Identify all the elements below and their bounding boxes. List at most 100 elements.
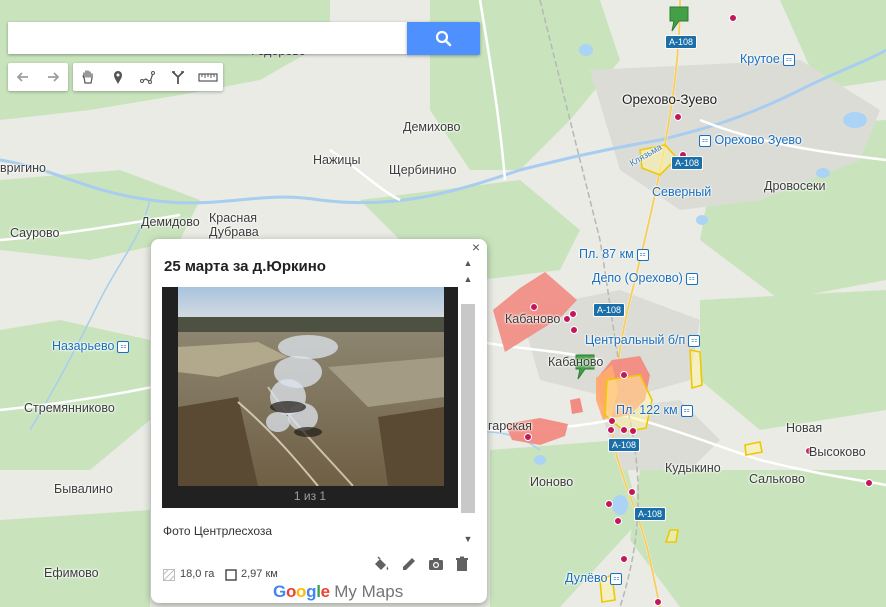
map-point[interactable] bbox=[629, 427, 637, 435]
popup-title: 25 марта за д.Юркино bbox=[164, 258, 326, 275]
directions-button[interactable] bbox=[163, 63, 193, 91]
popup-scrollbar-thumb[interactable] bbox=[461, 304, 475, 513]
trash-icon[interactable] bbox=[453, 555, 471, 573]
map-point[interactable] bbox=[614, 517, 622, 525]
perimeter-value: 2,97 км bbox=[241, 568, 278, 580]
ruler-icon bbox=[198, 73, 218, 82]
place-label: Кабаново bbox=[505, 312, 561, 326]
rail-icon: ⚏ bbox=[782, 53, 795, 66]
draw-line-button[interactable] bbox=[133, 63, 163, 91]
perimeter-icon bbox=[225, 569, 237, 581]
green-marker-icon[interactable] bbox=[668, 5, 690, 33]
station-label: Центральный б/п ⚏ bbox=[585, 333, 701, 347]
google-my-maps-logo: Google My Maps bbox=[273, 582, 403, 602]
search-input[interactable] bbox=[8, 22, 407, 54]
pencil-icon[interactable] bbox=[400, 555, 418, 573]
place-label: Ионово bbox=[530, 475, 574, 489]
place-label: Бывалино bbox=[54, 482, 113, 496]
photo-viewer: 1 из 1 bbox=[162, 287, 458, 508]
place-label: Северный bbox=[652, 185, 712, 199]
rail-icon: ⚏ bbox=[680, 404, 693, 417]
area-value: 18,0 га bbox=[180, 568, 215, 580]
map-point[interactable] bbox=[674, 113, 682, 121]
station-label: Пл. 122 км ⚏ bbox=[616, 403, 693, 417]
map-point[interactable] bbox=[620, 555, 628, 563]
station-label: Дулёво ⚏ bbox=[565, 571, 623, 585]
map-toolbar bbox=[8, 63, 228, 91]
place-label: вригино bbox=[0, 161, 46, 175]
google-wordmark: Google bbox=[273, 582, 330, 601]
history-group bbox=[8, 63, 68, 91]
place-label: Кабаново bbox=[548, 355, 604, 369]
measure-button[interactable] bbox=[193, 63, 223, 91]
map-point[interactable] bbox=[628, 488, 636, 496]
place-label: Орехово-Зуево bbox=[622, 92, 718, 107]
search-button[interactable] bbox=[407, 22, 480, 55]
area-hatch-icon bbox=[163, 569, 175, 581]
map-point[interactable] bbox=[654, 598, 662, 606]
station-label: Депо (Орехово) ⚏ bbox=[592, 271, 698, 285]
place-label: Красная bbox=[209, 211, 258, 225]
line-icon bbox=[140, 71, 155, 84]
redo-icon bbox=[48, 72, 60, 82]
camera-icon[interactable] bbox=[427, 555, 445, 573]
close-icon[interactable]: × bbox=[469, 240, 483, 254]
paint-bucket-icon[interactable] bbox=[372, 555, 390, 573]
scroll-down-arrow-icon[interactable]: ▼ bbox=[461, 534, 475, 546]
place-label: Стремянниково bbox=[24, 401, 115, 415]
place-label: Ефимово bbox=[44, 566, 99, 580]
map-point[interactable] bbox=[607, 426, 615, 434]
station-label: Крутое ⚏ bbox=[740, 52, 795, 66]
undo-button[interactable] bbox=[8, 63, 38, 91]
place-label: Сальково bbox=[749, 472, 805, 486]
place-label: Щербинино bbox=[389, 163, 457, 177]
map-point[interactable] bbox=[620, 426, 628, 434]
map-point[interactable] bbox=[608, 417, 616, 425]
station-label: Пл. 87 км ⚏ bbox=[579, 247, 649, 261]
place-label: Дубрава bbox=[209, 225, 259, 239]
place-label: Нажицы bbox=[313, 153, 361, 167]
feature-info-popup: × 25 марта за д.Юркино ▲ ▲ ▼ 1 из 1 Фото… bbox=[151, 239, 487, 603]
road-shield: A-108 bbox=[665, 35, 698, 49]
map-point[interactable] bbox=[530, 303, 538, 311]
tools-group bbox=[73, 63, 223, 91]
directions-icon bbox=[172, 71, 184, 84]
map-point[interactable] bbox=[729, 14, 737, 22]
map-point[interactable] bbox=[865, 479, 873, 487]
place-label: Демихово bbox=[403, 120, 461, 134]
place-label: Дровосеки bbox=[764, 179, 826, 193]
search-icon bbox=[435, 30, 452, 47]
rail-icon: ⚏ bbox=[636, 248, 649, 261]
place-label: Новая bbox=[786, 421, 823, 435]
pan-tool-button[interactable] bbox=[73, 63, 103, 91]
marker-icon bbox=[114, 71, 122, 84]
hand-icon bbox=[82, 70, 93, 84]
my-maps-wordmark: My Maps bbox=[334, 582, 404, 601]
map-point[interactable] bbox=[605, 500, 613, 508]
place-label: гарская bbox=[488, 419, 532, 433]
rail-icon: ⚏ bbox=[610, 572, 623, 585]
map-point[interactable] bbox=[569, 310, 577, 318]
scroll-up-arrow-icon[interactable]: ▲ bbox=[461, 258, 475, 270]
scroll-up-arrow-icon[interactable]: ▲ bbox=[461, 274, 475, 286]
map-point[interactable] bbox=[524, 433, 532, 441]
rail-icon: ⚏ bbox=[117, 340, 130, 353]
rail-icon: ⚏ bbox=[688, 334, 701, 347]
map-point[interactable] bbox=[570, 326, 578, 334]
add-marker-button[interactable] bbox=[103, 63, 133, 91]
photo-caption: Фото Центрлесхоза bbox=[163, 524, 273, 538]
place-label: Кудыкино bbox=[665, 461, 721, 475]
station-label: Назарьево ⚏ bbox=[52, 339, 130, 353]
photo-counter: 1 из 1 bbox=[293, 489, 327, 503]
map-point[interactable] bbox=[620, 371, 628, 379]
rail-icon: ⚏ bbox=[685, 272, 698, 285]
redo-button[interactable] bbox=[38, 63, 68, 91]
road-shield: A-108 bbox=[634, 507, 667, 521]
road-shield: A-108 bbox=[593, 303, 626, 317]
photo-image[interactable] bbox=[178, 287, 444, 486]
road-shield: A-108 bbox=[671, 156, 704, 170]
place-label: Демидово bbox=[141, 215, 200, 229]
road-shield: A-108 bbox=[608, 438, 641, 452]
station-label: ⚏ Орехово Зуево bbox=[696, 133, 802, 147]
rail-icon: ⚏ bbox=[699, 134, 711, 147]
